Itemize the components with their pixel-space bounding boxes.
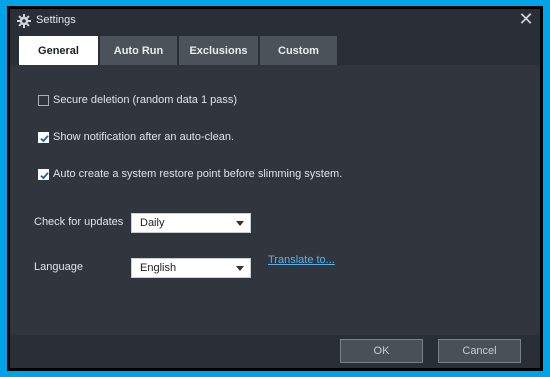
updates-dropdown[interactable]: Daily [131, 213, 251, 233]
secure-deletion-label: Secure deletion (random data 1 pass) [53, 94, 238, 106]
chevron-down-icon [236, 221, 244, 226]
cancel-button[interactable]: Cancel [438, 339, 521, 363]
show-notification-option[interactable]: Show notification after an auto-clean. [38, 131, 234, 143]
ok-button[interactable]: OK [340, 339, 423, 363]
checkmark-icon [40, 171, 49, 179]
restore-point-label: Auto create a system restore point befor… [53, 168, 343, 180]
checkmark-icon [40, 134, 49, 142]
general-panel: Secure deletion (random data 1 pass) Sho… [10, 65, 540, 335]
secure-deletion-checkbox[interactable] [38, 94, 49, 106]
language-dropdown[interactable]: English [131, 258, 251, 278]
language-label: Language [34, 261, 83, 273]
chevron-down-icon [236, 266, 244, 271]
restore-point-option[interactable]: Auto create a system restore point befor… [38, 168, 342, 180]
restore-point-checkbox[interactable] [38, 168, 49, 180]
translate-link[interactable]: Translate to... [268, 254, 335, 266]
close-icon[interactable]: ✕ [518, 9, 533, 29]
tab-exclusions[interactable]: Exclusions [179, 36, 258, 65]
close-button[interactable]: ✕ [516, 10, 536, 30]
window-frame: Settings ✕ General Auto Run Exclusions C… [7, 6, 543, 371]
secure-deletion-option[interactable]: Secure deletion (random data 1 pass) [38, 94, 237, 106]
updates-label: Check for updates [34, 216, 124, 228]
tab-bar: General Auto Run Exclusions Custom [19, 36, 339, 65]
updates-value: Daily [140, 217, 165, 229]
show-notification-checkbox[interactable] [38, 131, 49, 143]
window-title: Settings [36, 14, 76, 26]
settings-window: Settings ✕ General Auto Run Exclusions C… [10, 9, 540, 368]
dialog-footer: OK Cancel [10, 335, 540, 368]
language-value: English [140, 262, 177, 274]
tab-auto-run[interactable]: Auto Run [100, 36, 177, 65]
show-notification-label: Show notification after an auto-clean. [53, 131, 235, 143]
tab-custom[interactable]: Custom [260, 36, 337, 65]
gear-icon [16, 13, 32, 29]
title-bar: Settings ✕ [10, 9, 540, 33]
tab-general[interactable]: General [19, 36, 98, 65]
